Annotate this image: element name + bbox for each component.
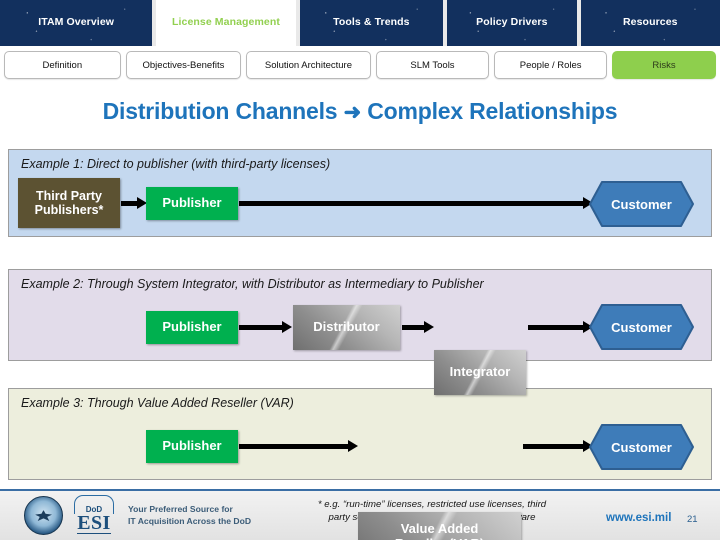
node-integrator-label: Integrator <box>449 364 511 380</box>
nav-tab-license-management[interactable]: License Management <box>156 0 296 46</box>
arrow-var-to-customer <box>523 440 593 452</box>
arrow-tpp-to-publisher-1 <box>121 197 147 209</box>
node-publisher-3-label: Publisher <box>162 438 222 454</box>
arrow-publisher-to-distributor <box>239 321 292 333</box>
nav-tab-resources[interactable]: Resources <box>580 0 720 46</box>
example-1-label: Example 1: Direct to publisher (with thi… <box>21 157 331 171</box>
example-3-label: Example 3: Through Value Added Reseller … <box>21 396 294 410</box>
node-value-added-reseller: Value Added Reseller (VAR) <box>358 512 521 540</box>
subnav-button-slm-tools[interactable]: SLM Tools <box>375 51 490 79</box>
footer-tagline: Your Preferred Source for IT Acquisition… <box>128 504 251 527</box>
node-customer-3-label: Customer <box>611 439 672 455</box>
subnav-button-solution-architecture[interactable]: Solution Architecture <box>246 51 371 79</box>
subnav-button-objectives-benefits[interactable]: Objectives-Benefits <box>125 51 242 79</box>
node-publisher-1-label: Publisher <box>162 195 222 211</box>
primary-navigation: ITAM Overview License Management Tools &… <box>0 0 720 46</box>
node-third-party-publishers-line1: Third Party <box>36 188 102 203</box>
page-title-before: Distribution Channels <box>102 98 338 124</box>
page-number: 21 <box>687 514 698 525</box>
dod-esi-wordmark: ESI <box>77 512 111 534</box>
nav-tab-tools-trends[interactable]: Tools & Trends <box>299 0 444 46</box>
footnote-line1: * e.g. “run-time” licenses, restricted u… <box>317 499 547 510</box>
node-publisher-2-label: Publisher <box>162 319 222 335</box>
node-publisher-3: Publisher <box>146 430 238 463</box>
secondary-navigation: Definition Objectives-Benefits Solution … <box>4 51 717 79</box>
node-third-party-publishers-line2: Publishers* <box>34 203 104 217</box>
subnav-button-definition[interactable]: Definition <box>4 51 121 79</box>
nav-tab-policy-drivers[interactable]: Policy Drivers <box>447 0 577 46</box>
node-value-added-reseller-line2: Reseller (VAR) <box>395 536 484 540</box>
page-title-after: Complex Relationships <box>367 98 618 124</box>
arrow-right-icon: ➜ <box>343 101 362 124</box>
node-customer-1[interactable]: Customer <box>588 180 695 228</box>
node-publisher-2: Publisher <box>146 311 238 344</box>
node-distributor: Distributor <box>293 305 400 350</box>
node-distributor-label: Distributor <box>313 319 380 335</box>
arrow-distributor-to-integrator <box>402 321 434 333</box>
subnav-button-people-roles[interactable]: People / Roles <box>494 51 608 79</box>
node-publisher-1: Publisher <box>146 187 238 220</box>
footer-url[interactable]: www.esi.mil <box>606 512 671 524</box>
node-customer-2-label: Customer <box>611 319 672 335</box>
dod-seal-icon <box>24 496 63 535</box>
arrow-integrator-to-customer <box>528 321 593 333</box>
arrow-publisher-to-customer-1 <box>239 197 593 209</box>
node-customer-3[interactable]: Customer <box>588 423 695 471</box>
subnav-button-risks[interactable]: Risks <box>612 51 717 79</box>
node-value-added-reseller-line1: Value Added <box>400 520 479 536</box>
footer-divider <box>0 489 720 491</box>
nav-tab-itam-overview[interactable]: ITAM Overview <box>0 0 153 46</box>
arrow-publisher-to-var <box>239 440 358 452</box>
node-customer-2[interactable]: Customer <box>588 303 695 351</box>
node-customer-1-label: Customer <box>611 196 672 212</box>
page-title: Distribution Channels ➜ Complex Relation… <box>0 98 720 125</box>
footer-tagline-line1: Your Preferred Source for <box>128 504 233 514</box>
dod-esi-logo: DoD ESI <box>70 495 118 537</box>
example-2-label: Example 2: Through System Integrator, wi… <box>21 277 484 291</box>
node-integrator: Integrator <box>434 350 526 395</box>
node-third-party-publishers: Third Party Publishers* <box>18 178 120 228</box>
footer-tagline-line2: IT Acquisition Across the DoD <box>128 515 252 526</box>
